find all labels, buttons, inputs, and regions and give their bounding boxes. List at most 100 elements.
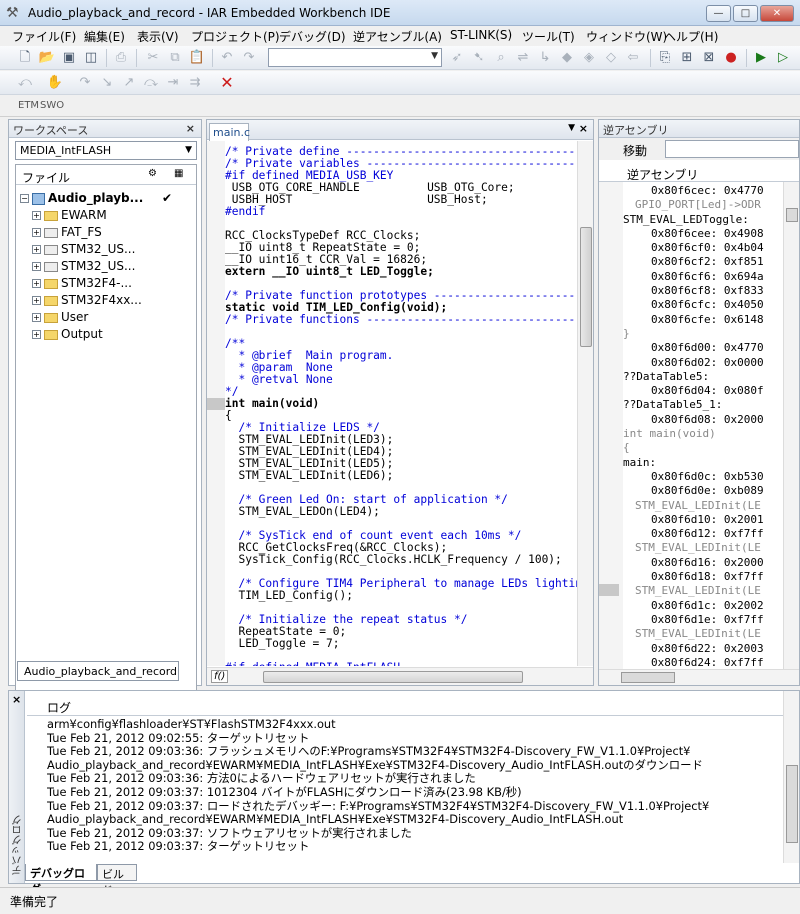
expand-icon[interactable]: + [32, 245, 41, 254]
tree-item-group[interactable]: + EWARM [32, 208, 107, 225]
editor-horizontal-scrollbar[interactable]: f() [207, 667, 593, 685]
tree-item-project[interactable]: − Audio_playb... [20, 191, 143, 208]
new-file-icon[interactable]: 🗋 [16, 49, 34, 67]
expand-icon[interactable]: + [32, 262, 41, 271]
compile-icon[interactable]: ⎘ [656, 49, 674, 67]
editor-vertical-scrollbar[interactable] [577, 141, 593, 666]
disassembly-code[interactable]: 0x80f6cec: 0x4770 GPIO_PORT[Led]->ODR STM_… [623, 184, 773, 670]
bookmark-icon[interactable]: ◆ [558, 49, 576, 67]
navigate-back-icon[interactable]: ⇦ [624, 49, 642, 67]
code-area[interactable]: /* Private define ----------------------… [225, 146, 577, 666]
function-list-button[interactable]: f() [211, 670, 229, 683]
step-over-icon[interactable]: ↷ [76, 74, 94, 92]
menu-tools[interactable]: ツール(T) [522, 28, 575, 45]
tab-list-icon[interactable]: ▼ [568, 123, 575, 133]
open-folder-icon[interactable]: 📂 [38, 49, 56, 67]
replace-icon[interactable]: ⇌ [514, 49, 532, 67]
save-all-icon[interactable]: ◫ [82, 49, 100, 67]
scroll-thumb[interactable] [786, 765, 798, 843]
stop-build-icon[interactable]: ⊠ [700, 49, 718, 67]
run-to-cursor-icon[interactable]: ⇥ [164, 74, 182, 92]
bookmark-prev-icon[interactable]: ◇ [602, 49, 620, 67]
log-vertical-scrollbar[interactable] [783, 691, 799, 863]
step-into-icon[interactable]: ↘ [98, 74, 116, 92]
go-icon[interactable]: ⇉ [186, 74, 204, 92]
tree-item-group[interactable]: + User [32, 310, 88, 327]
print-icon[interactable]: ⎙ [112, 49, 130, 67]
status-column-icon[interactable]: ▦ [174, 168, 183, 179]
disassembly-horizontal-scrollbar[interactable] [599, 669, 799, 685]
minimize-button[interactable]: — [706, 5, 731, 22]
project-icon [32, 192, 45, 205]
tab-debug-log[interactable]: デバッグログ [25, 864, 97, 896]
copy-icon[interactable]: ⧉ [166, 49, 184, 67]
tree-item-group[interactable]: + Output [32, 327, 103, 344]
expand-icon[interactable]: + [32, 296, 41, 305]
menu-project[interactable]: プロジェクト(P) [191, 28, 280, 45]
collapse-icon[interactable]: − [20, 194, 29, 203]
expand-icon[interactable]: + [32, 211, 41, 220]
expand-icon[interactable]: + [32, 313, 41, 322]
close-button[interactable]: ✕ [760, 5, 794, 22]
undo-icon[interactable]: ↶ [218, 49, 236, 67]
tree-item-group[interactable]: + STM32_US... [32, 242, 135, 259]
options-column-icon[interactable]: ⚙ [148, 168, 157, 179]
maximize-button[interactable]: □ [733, 5, 758, 22]
scroll-thumb[interactable] [621, 672, 675, 683]
download-debug-icon[interactable]: ▶ [752, 49, 770, 67]
disassembly-vertical-scrollbar[interactable] [783, 182, 799, 672]
tree-item-group[interactable]: + STM32F4-... [32, 276, 132, 293]
tab-build[interactable]: ビルド [97, 864, 137, 897]
tab-main-c[interactable]: main.c [209, 123, 250, 141]
goto-input[interactable] [665, 140, 799, 158]
log-line: Audio_playback_and_record¥EWARM¥MEDIA_In… [47, 812, 624, 827]
close-icon[interactable]: × [186, 122, 195, 135]
tree-item-group[interactable]: + STM32_US... [32, 259, 135, 276]
menu-edit[interactable]: 編集(E) [84, 28, 125, 45]
redo-icon[interactable]: ↷ [240, 49, 258, 67]
bookmark-next-icon[interactable]: ◈ [580, 49, 598, 67]
stop-debugging-icon[interactable]: ✕ [218, 74, 236, 92]
find-combo[interactable]: ▼ [268, 48, 442, 67]
code-line: /* Private functions -------------------… [225, 313, 577, 326]
break-hand-icon[interactable]: ✋ [46, 74, 64, 92]
swo-button[interactable]: SWO [40, 100, 64, 111]
tree-item-group[interactable]: + STM32F4xx... [32, 293, 142, 310]
workspace-tab[interactable]: Audio_playback_and_record [17, 661, 179, 681]
menu-view[interactable]: 表示(V) [137, 28, 179, 45]
close-icon[interactable]: × [12, 693, 21, 706]
step-out-icon[interactable]: ↗ [120, 74, 138, 92]
log-messages[interactable]: arm¥config¥flashloader¥ST¥FlashSTM32F4xx… [47, 718, 777, 866]
find-in-files-icon[interactable]: ⌕ [492, 49, 510, 67]
paste-icon[interactable]: 📋 [188, 49, 206, 67]
configuration-select[interactable]: MEDIA_IntFLASH ▼ [15, 141, 197, 160]
save-icon[interactable]: ▣ [60, 49, 78, 67]
tree-item-group[interactable]: + FAT_FS [32, 225, 102, 242]
find-next-icon[interactable]: ➶ [448, 49, 466, 67]
close-icon[interactable]: × [579, 122, 588, 135]
disassembly-line: { [623, 441, 630, 455]
breakpoint-icon[interactable]: ● [722, 49, 740, 67]
expand-icon[interactable]: + [32, 330, 41, 339]
debug-no-download-icon[interactable]: ▷ [774, 49, 792, 67]
cut-icon[interactable]: ✂ [144, 49, 162, 67]
goto-icon[interactable]: ↳ [536, 49, 554, 67]
expand-icon[interactable]: + [32, 279, 41, 288]
disassembly-gutter[interactable] [599, 182, 623, 672]
scroll-thumb[interactable] [786, 208, 798, 222]
scroll-thumb[interactable] [580, 227, 592, 347]
menu-debug[interactable]: デバッグ(D) [279, 28, 346, 45]
menu-stlink[interactable]: ST-LINK(S) [450, 28, 512, 42]
reset-icon[interactable]: ⤺ [16, 74, 34, 92]
menu-disassembly[interactable]: 逆アセンブル(A) [353, 28, 442, 45]
make-icon[interactable]: ⊞ [678, 49, 696, 67]
menu-window[interactable]: ウィンドウ(W) [586, 28, 667, 45]
etm-button[interactable]: ETM [18, 100, 39, 111]
scroll-thumb[interactable] [263, 671, 523, 683]
find-prev-icon[interactable]: ➷ [470, 49, 488, 67]
menu-file[interactable]: ファイル(F) [12, 28, 76, 45]
editor-gutter[interactable] [207, 141, 225, 666]
next-statement-icon[interactable]: ⤼ [142, 74, 160, 92]
expand-icon[interactable]: + [32, 228, 41, 237]
menu-help[interactable]: ヘルプ(H) [664, 28, 718, 45]
